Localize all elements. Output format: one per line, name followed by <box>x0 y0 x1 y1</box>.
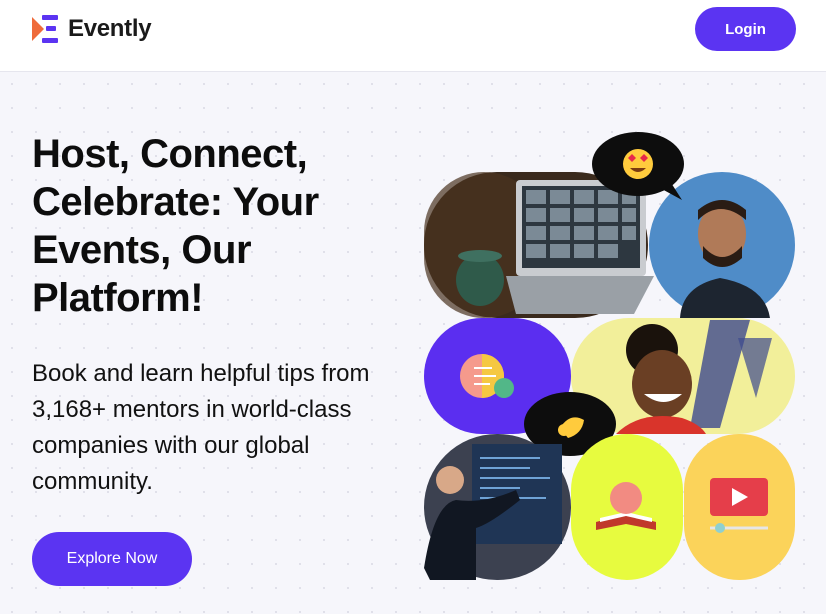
hero-headline: Host, Connect, Celebrate: Your Events, O… <box>32 132 319 320</box>
hero-collage <box>424 132 795 580</box>
presenter-at-screen-photo <box>424 434 571 580</box>
video-player-tile <box>684 434 795 580</box>
video-call-laptop-photo <box>424 172 654 318</box>
evently-logo-icon <box>32 15 58 43</box>
brain-icon <box>610 482 642 514</box>
brain-book-tile <box>571 434 683 580</box>
top-nav: Evently Login <box>0 0 826 72</box>
brand-name: Evently <box>68 15 152 42</box>
explore-now-button[interactable]: Explore Now <box>32 532 192 586</box>
heart-eyes-emoji <box>623 149 653 179</box>
login-button[interactable]: Login <box>695 7 796 51</box>
hero-subtext: Book and learn helpful tips from 3,168+ … <box>32 360 370 495</box>
brand-logo[interactable]: Evently <box>32 14 152 44</box>
